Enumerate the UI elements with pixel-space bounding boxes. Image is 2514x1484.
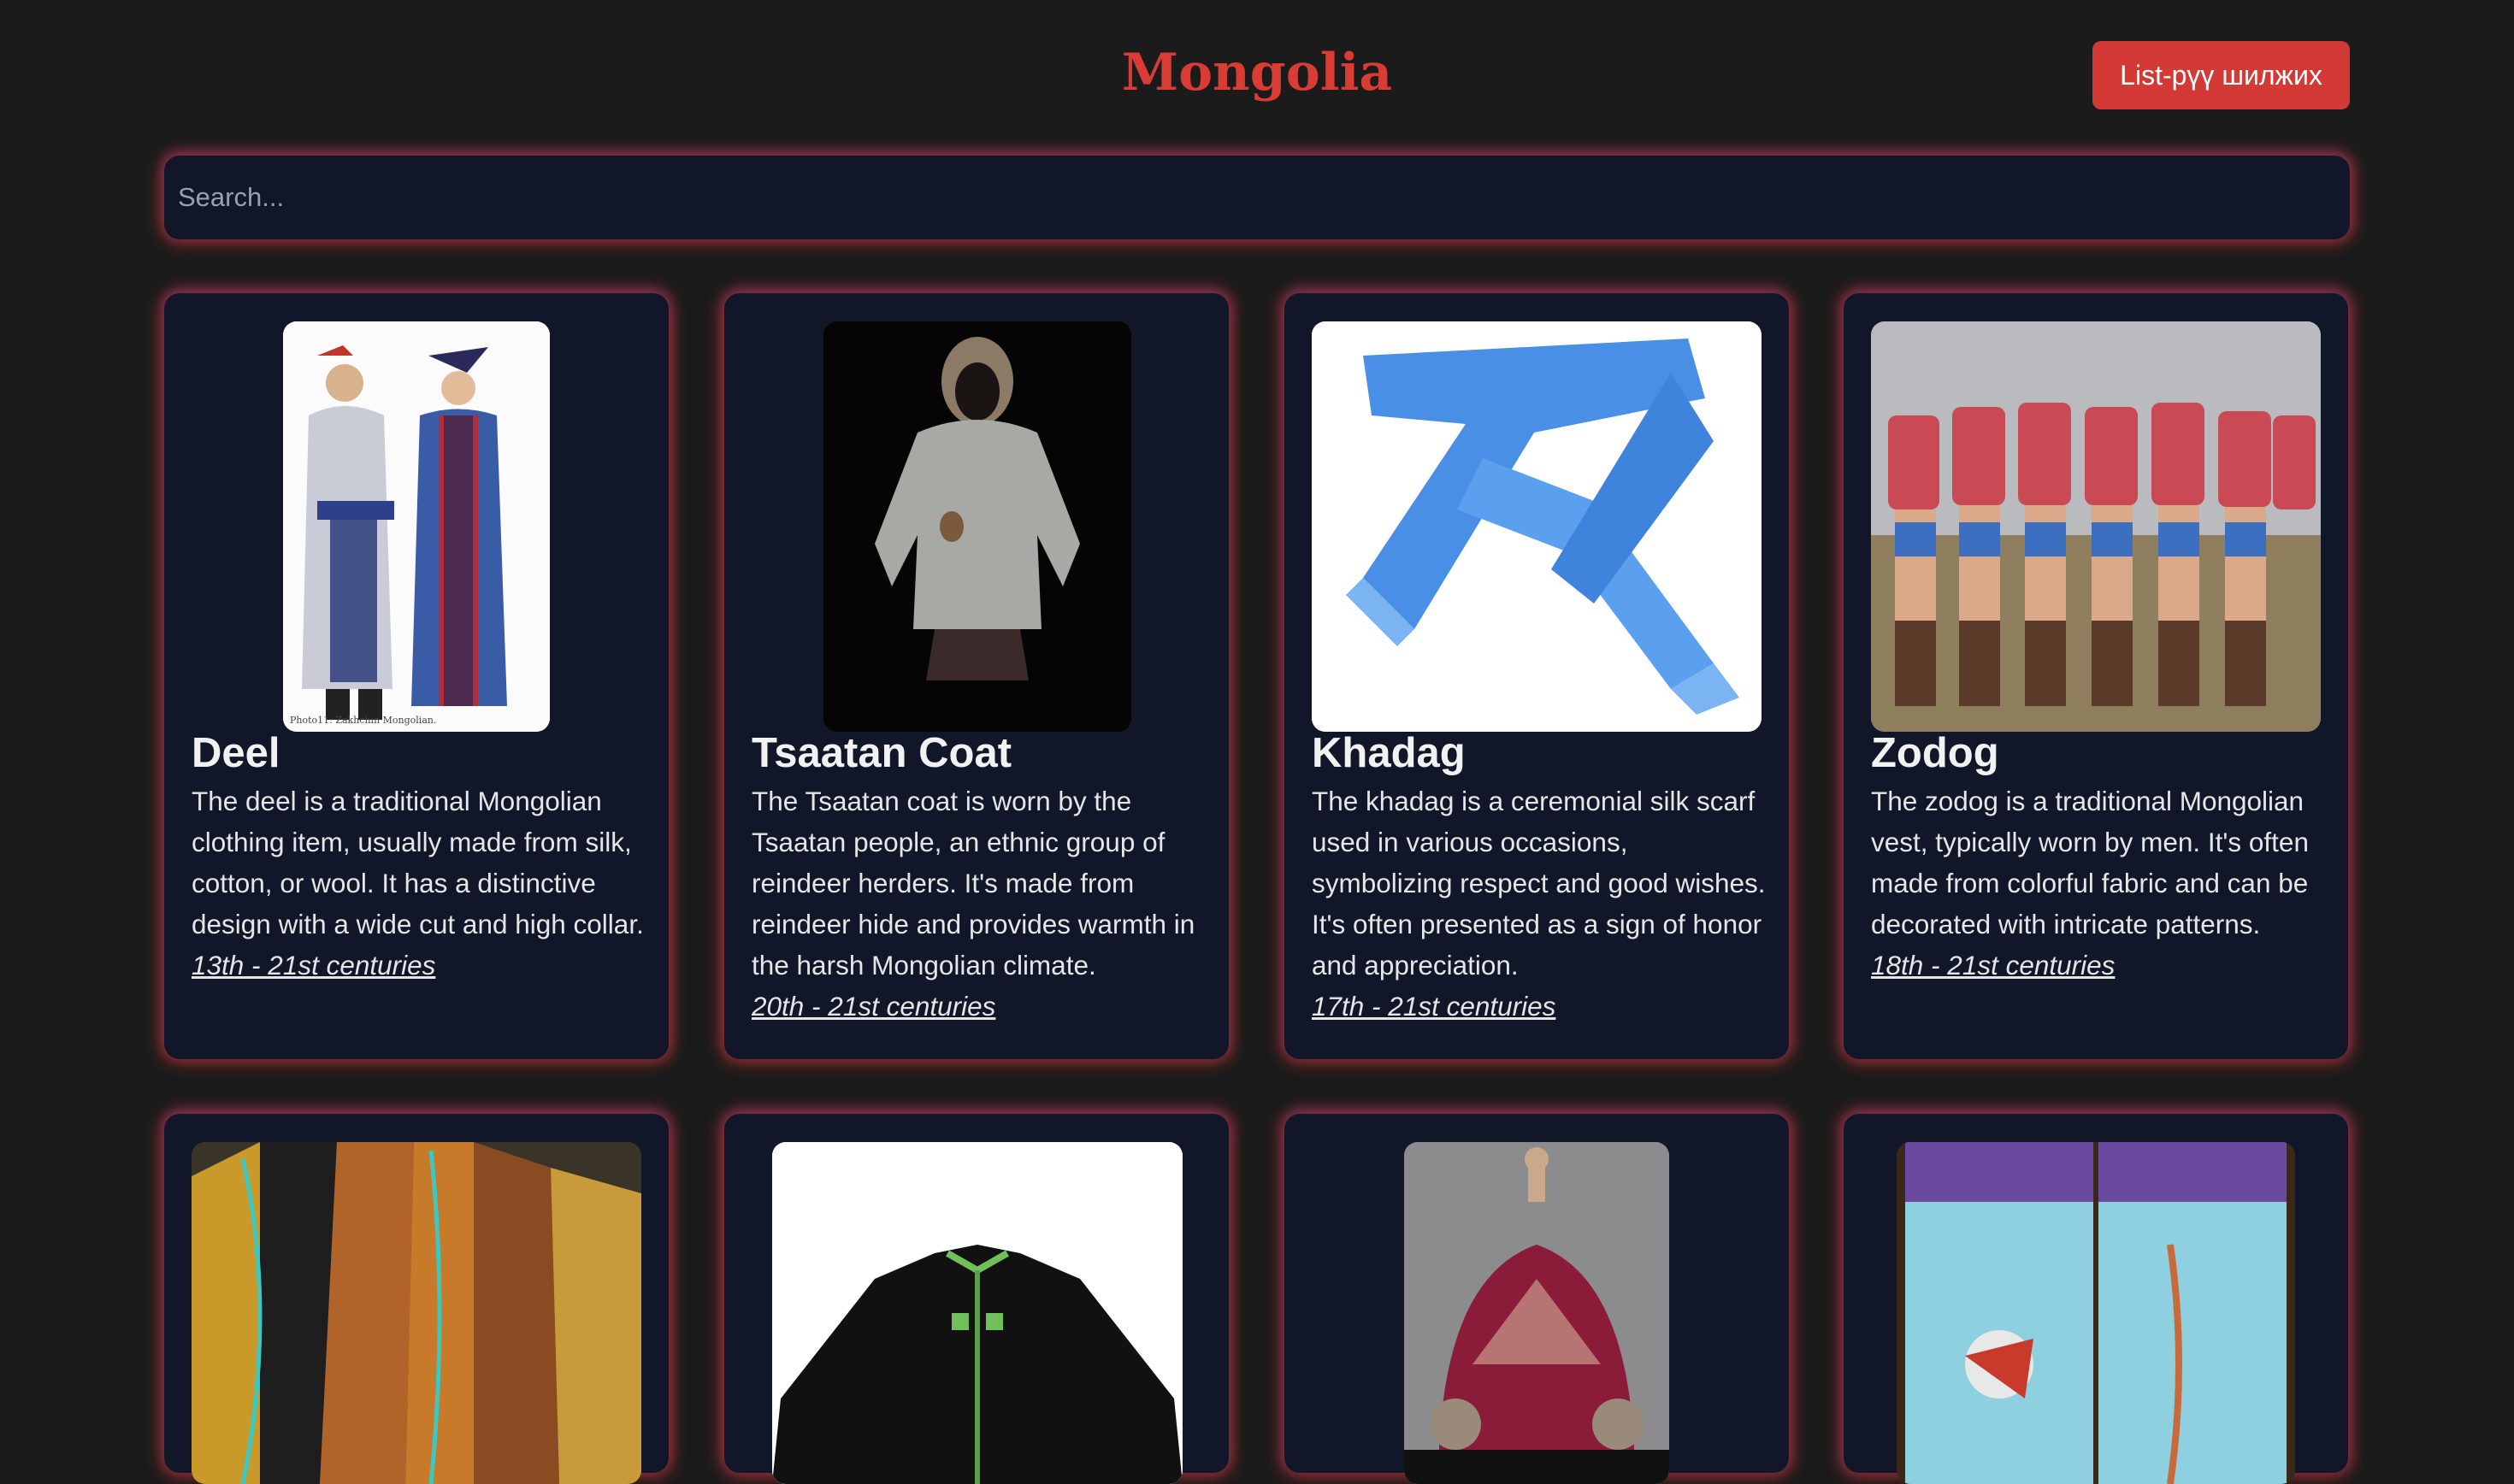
embroidered-panel-image [1897, 1142, 2295, 1484]
zodog-image [1871, 321, 2321, 732]
card-description: The zodog is a traditional Mongolian ves… [1871, 786, 2309, 939]
card-deel[interactable]: Photo11: Zakhchin Mongolian. Deel The de… [164, 293, 669, 1059]
card-embroidered-panel[interactable] [1844, 1114, 2348, 1484]
tsaatan-coat-image [823, 321, 1131, 732]
card-era-link[interactable]: 18th - 21st centuries [1871, 945, 2333, 986]
card-description: The khadag is a ceremonial silk scarf us… [1312, 786, 1766, 980]
boots-image [192, 1142, 641, 1484]
deel-image-caption: Photo11: Zakhchin Mongolian. [290, 715, 436, 726]
card-black-deel[interactable] [724, 1114, 1229, 1484]
card-description: The deel is a traditional Mongolian clot… [192, 786, 644, 939]
card-khadag[interactable]: Khadag The khadag is a ceremonial silk s… [1284, 293, 1789, 1059]
card-zodog[interactable]: Zodog The zodog is a traditional Mongoli… [1844, 293, 2348, 1059]
black-deel-image [772, 1142, 1183, 1484]
card-era-link[interactable]: 13th - 21st centuries [192, 945, 653, 986]
search-bar [164, 156, 2350, 239]
card-description: The Tsaatan coat is worn by the Tsaatan … [752, 786, 1195, 980]
card-title: Deel [192, 730, 280, 776]
search-input[interactable] [164, 156, 2350, 239]
card-hat[interactable] [1284, 1114, 1789, 1484]
hat-image [1404, 1142, 1669, 1484]
card-era-link[interactable]: 20th - 21st centuries [752, 986, 1213, 1027]
list-view-button[interactable]: List-рүү шилжих [2092, 41, 2350, 109]
card-title: Khadag [1312, 730, 1466, 776]
card-boots[interactable] [164, 1114, 669, 1484]
header: Mongolia List-рүү шилжих [0, 0, 2514, 145]
card-tsaatan-coat[interactable]: Tsaatan Coat The Tsaatan coat is worn by… [724, 293, 1229, 1059]
card-era-link[interactable]: 17th - 21st centuries [1312, 986, 1773, 1027]
card-title: Zodog [1871, 730, 1999, 776]
deel-image: Photo11: Zakhchin Mongolian. [283, 321, 550, 732]
khadag-image [1312, 321, 1762, 732]
card-title: Tsaatan Coat [752, 730, 1012, 776]
